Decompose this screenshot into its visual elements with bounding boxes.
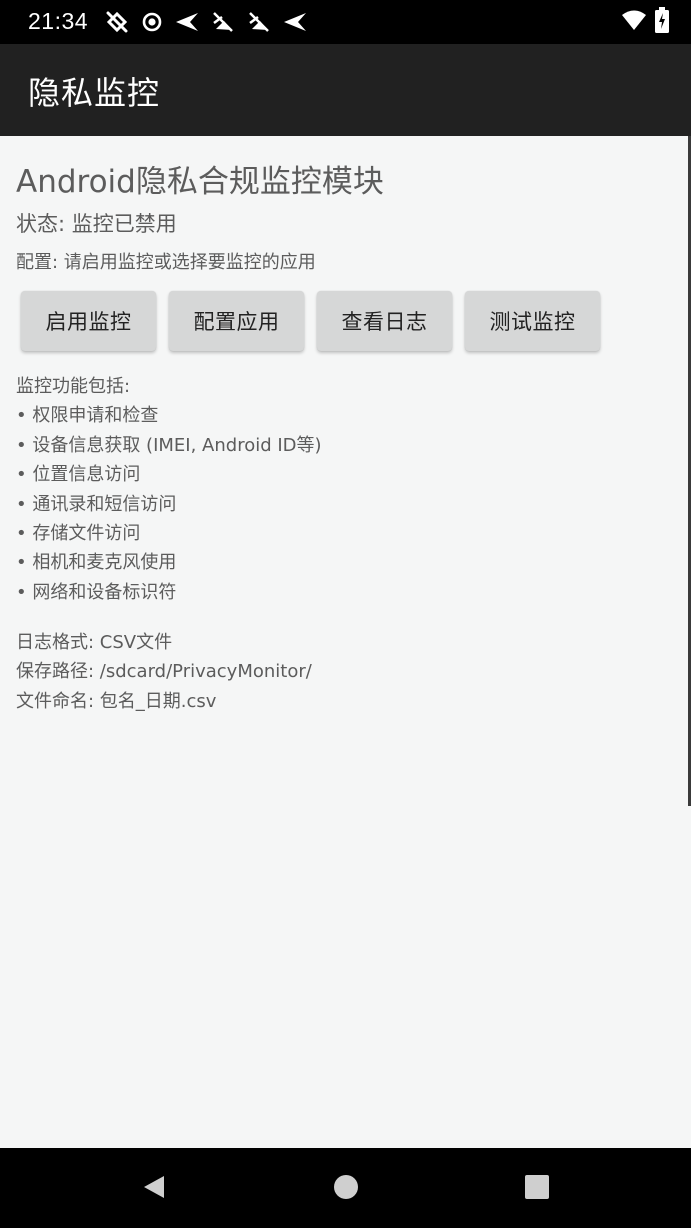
recents-button[interactable] (522, 1174, 552, 1204)
battery-icon (655, 7, 669, 37)
send-icon (282, 10, 308, 34)
log-path-text: 保存路径: /sdcard/PrivacyMonitor/ (16, 661, 312, 683)
features-list: 监控功能包括: • 权限申请和检查 • 设备信息获取 (IMEI, Androi… (16, 372, 322, 607)
enable-monitor-button[interactable]: 启用监控 (21, 291, 156, 351)
features-header: 监控功能包括: (16, 376, 131, 397)
log-info: 日志格式: CSV文件 保存路径: /sdcard/PrivacyMonitor… (16, 628, 312, 716)
page-title: Android隐私合规监控模块 (16, 164, 384, 200)
feature-item: • 存储文件访问 (16, 522, 141, 544)
config-status-text: 配置: 请启用监控或选择要监控的应用 (16, 252, 316, 273)
record-icon (140, 10, 164, 34)
back-button[interactable] (139, 1174, 169, 1204)
monitor-status-text: 状态: 监控已禁用 (16, 212, 177, 236)
wifi-icon (621, 9, 647, 35)
app-bar: 隐私监控 (0, 44, 691, 136)
send-off-icon (210, 9, 236, 35)
notification-icons (104, 9, 308, 35)
home-icon (333, 1174, 359, 1204)
feature-item: • 通讯录和短信访问 (16, 493, 177, 515)
configure-apps-button[interactable]: 配置应用 (169, 291, 304, 351)
main-content: Android隐私合规监控模块 状态: 监控已禁用 配置: 请启用监控或选择要监… (0, 136, 691, 1148)
navigation-bar (0, 1148, 691, 1228)
recents-icon (524, 1174, 550, 1204)
send-icon (174, 10, 200, 34)
feature-item: • 位置信息访问 (16, 464, 141, 486)
log-filename-text: 文件命名: 包名_日期.csv (16, 690, 217, 712)
action-button-row: 启用监控 配置应用 查看日志 测试监控 (21, 291, 600, 351)
app-title: 隐私监控 (28, 74, 161, 112)
test-monitor-button[interactable]: 测试监控 (465, 291, 600, 351)
status-time: 21:34 (28, 8, 89, 34)
send-off-icon (246, 9, 272, 35)
status-bar: 21:34 (0, 0, 691, 44)
back-icon (141, 1173, 167, 1205)
cast-off-icon (104, 9, 130, 35)
log-format-text: 日志格式: CSV文件 (16, 632, 173, 653)
feature-item: • 相机和麦克风使用 (16, 552, 177, 574)
feature-item: • 设备信息获取 (IMEI, Android ID等) (16, 434, 322, 456)
home-button[interactable] (331, 1174, 361, 1204)
system-icons (621, 7, 669, 37)
feature-item: • 权限申请和检查 (16, 405, 159, 427)
view-logs-button[interactable]: 查看日志 (317, 291, 452, 351)
feature-item: • 网络和设备标识符 (16, 581, 177, 603)
